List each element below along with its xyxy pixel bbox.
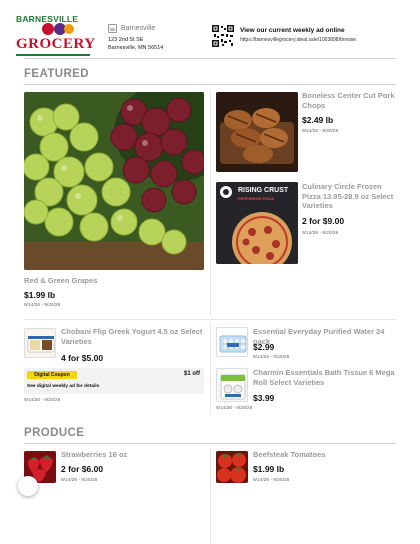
digital-coupon-badge: Digital Coupon	[27, 371, 77, 379]
orange-icon	[64, 24, 74, 34]
weekly-ad-title: View our current weekly ad online	[240, 27, 345, 34]
product-price-bath-tissue: $3.99	[253, 393, 275, 403]
featured-divider	[24, 84, 396, 85]
product-price-water: $2.99	[253, 342, 275, 352]
product-price-grapes: $1.99 lb	[24, 290, 56, 300]
column-divider	[210, 90, 211, 315]
pizza-box-brand: RISING CRUST	[238, 187, 289, 194]
product-dates-bath-tissue: 9/14/26 - 9/20/26	[216, 406, 253, 411]
product-price-strawberries: 2 for $6.00	[61, 464, 104, 474]
product-name-water[interactable]: Essential Everyday Purified Water 24 pac…	[253, 327, 398, 346]
yogurt-image[interactable]	[24, 328, 56, 358]
product-name-yogurt[interactable]: Chobani Flip Greek Yogurt 4.5 oz Select …	[61, 327, 206, 346]
product-name-bath-tissue[interactable]: Charmin Essentials Bath Tissue 6 Mega Ro…	[253, 368, 398, 387]
water-image[interactable]	[216, 327, 248, 357]
product-dates-water: 9/14/26 - 9/20/26	[253, 355, 290, 360]
store-logo[interactable]: BARNESVILLE GROCERY	[14, 14, 95, 56]
apple-icon	[42, 23, 54, 35]
product-name-grapes[interactable]: Red & Green Grapes	[24, 276, 204, 286]
grapes-image[interactable]	[24, 92, 204, 270]
store-address: 123 2nd St SE Barnesville, MN 56514	[108, 37, 163, 53]
store-info: Barnesville 123 2nd St SE Barnesville, M…	[108, 24, 163, 53]
pizza-box-variety: PEPPERONI PIZZA	[238, 196, 275, 201]
frozen-pizza-image[interactable]: RISING CRUST PEPPERONI PIZZA	[216, 182, 298, 264]
column-divider-2	[210, 322, 211, 415]
product-dates-grapes: 9/14/26 - 9/20/26	[24, 303, 61, 308]
section-title-produce: PRODUCE	[24, 427, 85, 439]
floating-action-button[interactable]	[18, 476, 38, 496]
product-dates-yogurt: 9/14/26 - 9/20/26	[24, 398, 61, 403]
weekly-ad-info: View our current weekly ad online https:…	[240, 27, 356, 43]
product-dates-strawberries: 9/14/26 - 9/20/26	[61, 478, 98, 483]
store-icon	[108, 24, 117, 33]
weekly-ad-link[interactable]: https://barnesvillegrocery.ideal.sale/10…	[240, 37, 356, 43]
product-dates-pizza: 9/14/26 - 9/20/26	[302, 231, 339, 236]
tomatoes-image[interactable]	[216, 451, 248, 483]
header-divider	[24, 58, 396, 59]
pork-chops-image[interactable]	[216, 92, 298, 172]
column-divider-3	[210, 448, 211, 544]
logo-underline	[16, 54, 90, 56]
product-name-tomatoes[interactable]: Beefsteak Tomatoes	[253, 450, 398, 460]
product-name-pizza[interactable]: Culinary Circle Frozen Pizza 13.95-28.9 …	[302, 182, 398, 211]
qr-code-icon[interactable]	[212, 25, 234, 47]
product-price-pork-chops: $2.49 lb	[302, 115, 334, 125]
product-name-pork-chops[interactable]: Boneless Center Cut Pork Chops	[302, 91, 398, 110]
product-price-tomatoes: $1.99 lb	[253, 464, 285, 474]
address-line-1: 123 2nd St SE	[108, 37, 144, 43]
bath-tissue-image[interactable]	[216, 368, 248, 402]
address-line-2: Barnesville, MN 56514	[108, 44, 164, 51]
row-divider	[24, 319, 396, 320]
section-title-featured: FEATURED	[24, 68, 89, 80]
digital-coupon[interactable]: Digital Coupon $1 off See digital weekly…	[24, 368, 204, 394]
product-name-strawberries[interactable]: Strawberries 16 oz	[61, 450, 206, 460]
store-name: Barnesville	[121, 25, 156, 32]
digital-coupon-note: See digital weekly ad for details	[27, 384, 100, 389]
product-dates-pork-chops: 9/14/26 - 9/20/26	[302, 129, 339, 134]
page-header: BARNESVILLE GROCERY Barnesville 123 2nd …	[0, 0, 420, 62]
product-price-pizza: 2 for $9.00	[302, 216, 345, 226]
product-price-yogurt: 4 for $5.00	[61, 353, 104, 363]
produce-divider	[24, 443, 396, 444]
logo-bottom-text: GROCERY	[16, 36, 96, 52]
product-dates-tomatoes: 9/14/26 - 9/20/26	[253, 478, 290, 483]
digital-coupon-amount: $1 off	[183, 371, 200, 377]
